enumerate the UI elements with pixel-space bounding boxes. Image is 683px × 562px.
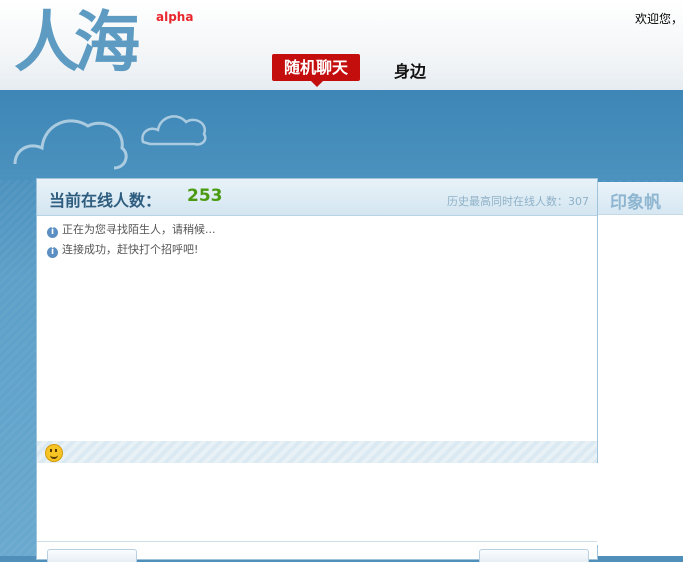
info-icon: i bbox=[47, 227, 58, 238]
nav-nearby[interactable]: 身边 bbox=[394, 58, 426, 82]
top-bar: 人海 alpha 欢迎您， 随机聊天 身边 bbox=[0, 0, 683, 90]
welcome-text: 欢迎您， bbox=[634, 12, 683, 26]
logo-text: 人海 bbox=[14, 3, 140, 81]
input-toolbar bbox=[37, 441, 597, 463]
chat-panel: 当前在线人数： 253 历史最高同时在线人数：307 i 正在为您寻找陌生人，请稍… bbox=[36, 178, 601, 562]
info-icon: i bbox=[47, 247, 58, 258]
divider bbox=[37, 541, 597, 542]
alpha-badge: alpha bbox=[156, 10, 194, 24]
system-message-text: 连接成功，赶快打个招呼吧! bbox=[62, 243, 199, 256]
impression-panel-header: 印象帆 bbox=[598, 182, 683, 215]
system-message: i 正在为您寻找陌生人，请稍候... bbox=[47, 221, 216, 238]
system-message: i 连接成功，赶快打个招呼吧! bbox=[47, 241, 198, 258]
system-message-text: 正在为您寻找陌生人，请稍候... bbox=[62, 223, 216, 236]
cloud-small-icon bbox=[141, 115, 207, 146]
message-input[interactable] bbox=[37, 463, 601, 545]
logo[interactable]: 人海 bbox=[14, 3, 154, 84]
history-peak-text: 历史最高同时在线人数：307 bbox=[447, 195, 589, 208]
nav-random-chat[interactable]: 随机聊天 bbox=[272, 54, 360, 87]
online-count-label: 当前在线人数： bbox=[49, 191, 162, 210]
chat-panel-header: 当前在线人数： 253 历史最高同时在线人数：307 bbox=[37, 179, 597, 216]
online-count-value: 253 bbox=[187, 186, 223, 206]
cloud-large-icon bbox=[13, 119, 128, 170]
smiley-icon[interactable] bbox=[45, 444, 63, 462]
impression-title: 印象帆 bbox=[610, 193, 661, 213]
impression-panel: 印象帆 bbox=[598, 182, 683, 556]
